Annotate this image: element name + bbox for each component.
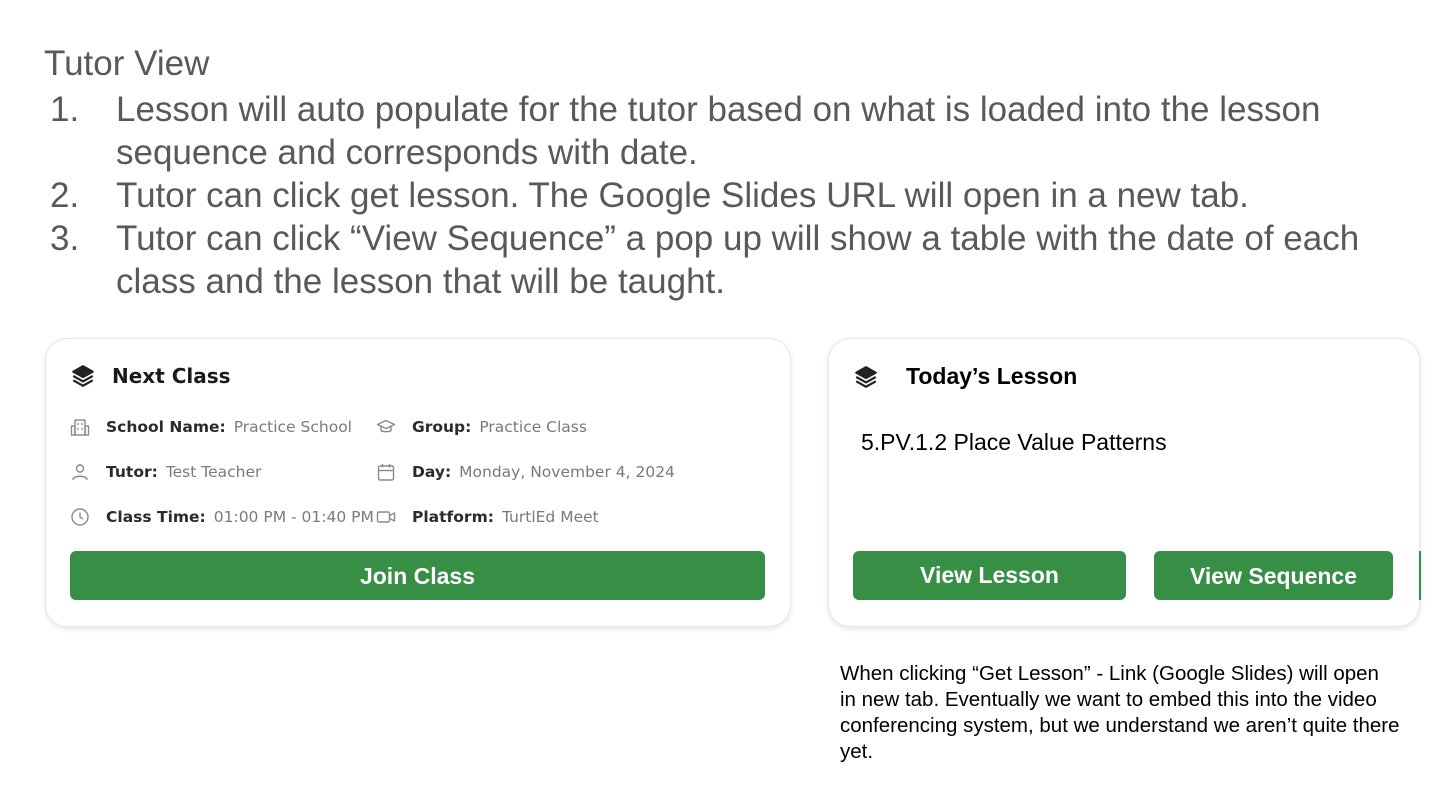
platform-label: Platform: — [412, 508, 494, 526]
platform-info: Platform: TurtlEd Meet — [376, 507, 599, 527]
step-text: Tutor can click “View Sequence” a pop up… — [116, 219, 1360, 301]
todays-lesson-card: Today’s Lesson 5.PV.1.2 Place Value Patt… — [828, 338, 1421, 627]
step-text: Lesson will auto populate for the tutor … — [116, 90, 1321, 172]
user-icon — [70, 462, 90, 482]
day-label: Day: — [412, 463, 452, 481]
tutor-value: Test Teacher — [165, 463, 262, 481]
steps-list: 1. Lesson will auto populate for the tut… — [44, 88, 1384, 303]
class-time-label: Class Time: — [106, 508, 206, 526]
join-class-button[interactable]: Join Class — [70, 551, 765, 600]
tutor-label: Tutor: — [106, 463, 158, 481]
layers-icon — [70, 363, 96, 389]
clock-icon — [70, 507, 90, 527]
next-class-card: Next Class School Name: Practice School … — [45, 338, 791, 627]
school-info: School Name: Practice School — [70, 417, 352, 437]
view-sequence-button[interactable]: View Sequence — [1154, 551, 1393, 600]
next-class-title: Next Class — [112, 364, 231, 388]
view-lesson-button[interactable]: View Lesson — [853, 551, 1126, 600]
todays-lesson-title: Today’s Lesson — [906, 363, 1078, 389]
day-value: Monday, November 4, 2024 — [459, 463, 675, 481]
building-icon — [70, 417, 90, 437]
tutor-info: Tutor: Test Teacher — [70, 462, 261, 482]
platform-value: TurtlEd Meet — [501, 508, 599, 526]
group-value: Practice Class — [479, 418, 587, 436]
slide-title: Tutor View — [44, 44, 210, 83]
video-camera-icon — [376, 507, 396, 527]
step-item: 3. Tutor can click “View Sequence” a pop… — [44, 217, 1384, 303]
lesson-name: 5.PV.1.2 Place Value Patterns — [861, 429, 1167, 455]
step-item: 2. Tutor can click get lesson. The Googl… — [44, 174, 1384, 217]
step-number: 3. — [50, 219, 80, 258]
school-value: Practice School — [233, 418, 352, 436]
clipped-button-edge — [1419, 551, 1421, 600]
step-text: Tutor can click get lesson. The Google S… — [116, 176, 1249, 215]
day-info: Day: Monday, November 4, 2024 — [376, 462, 675, 482]
school-label: School Name: — [106, 418, 226, 436]
group-label: Group: — [412, 418, 472, 436]
calendar-icon — [376, 462, 396, 482]
class-time-value: 01:00 PM - 01:40 PM — [213, 508, 374, 526]
class-time-info: Class Time: 01:00 PM - 01:40 PM — [70, 507, 374, 527]
step-item: 1. Lesson will auto populate for the tut… — [44, 88, 1384, 174]
layers-icon — [853, 364, 879, 390]
step-number: 1. — [50, 90, 80, 129]
graduation-cap-icon — [376, 417, 396, 437]
todays-lesson-header: Today’s Lesson — [853, 363, 1077, 390]
next-class-header: Next Class — [70, 363, 231, 389]
step-number: 2. — [50, 176, 80, 215]
group-info: Group: Practice Class — [376, 417, 587, 437]
annotation-note: When clicking “Get Lesson” - Link (Googl… — [840, 662, 1400, 763]
